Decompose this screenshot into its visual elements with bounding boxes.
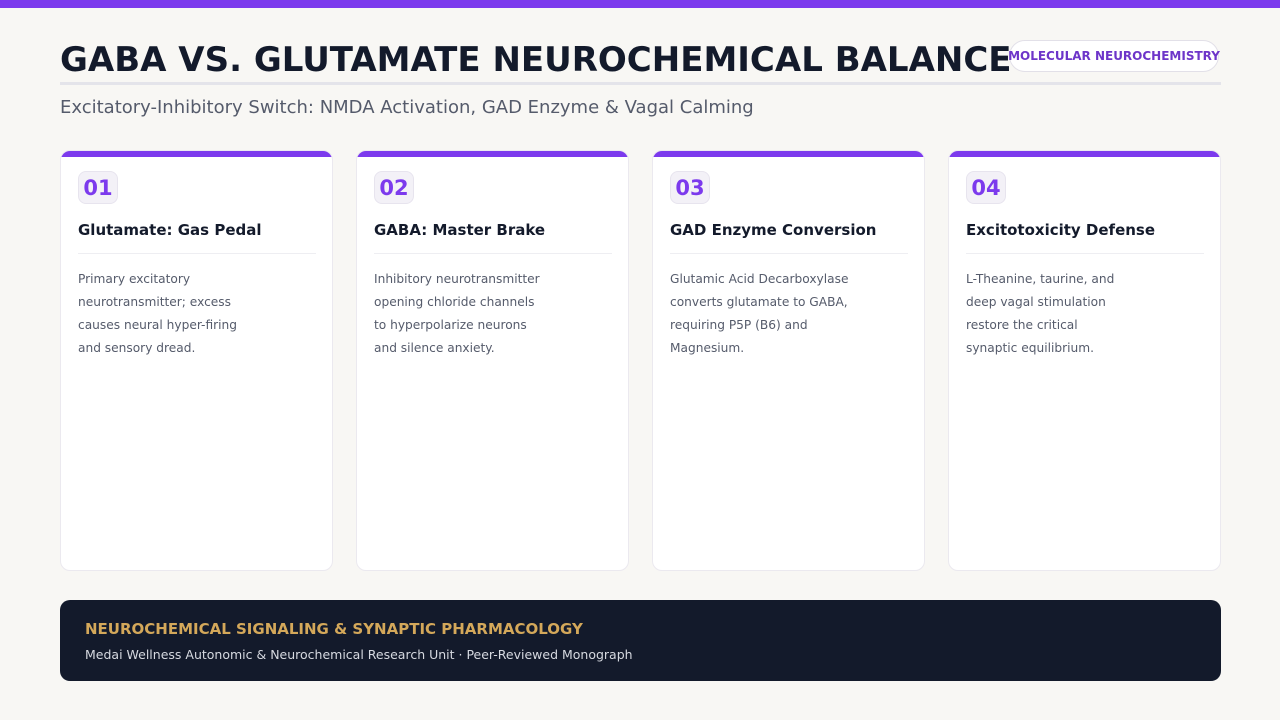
category-badge: MOLECULAR NEUROCHEMISTRY [1008, 40, 1220, 72]
card-divider [670, 253, 908, 254]
card-title: GABA: Master Brake [374, 221, 546, 239]
card-divider [78, 253, 316, 254]
card-accent-bar [949, 151, 1220, 157]
footer-subtitle: Medai Wellness Autonomic & Neurochemical… [85, 647, 633, 662]
card-number: 04 [966, 171, 1006, 204]
card-accent-bar [357, 151, 628, 157]
card-body: Primary excitatory neurotransmitter; exc… [78, 272, 237, 355]
card-number: 02 [374, 171, 414, 204]
card-title: GAD Enzyme Conversion [670, 221, 877, 239]
page-title: GABA VS. GLUTAMATE NEUROCHEMICAL BALANCE [60, 40, 1012, 80]
card-title: Excitotoxicity Defense [966, 221, 1156, 239]
card-number: 01 [78, 171, 118, 204]
card-body: Inhibitory neurotransmitter opening chlo… [374, 272, 540, 355]
card-divider [966, 253, 1204, 254]
card-title: Glutamate: Gas Pedal [78, 221, 262, 239]
footer-title: NEUROCHEMICAL SIGNALING & SYNAPTIC PHARM… [85, 620, 583, 638]
card-body: Glutamic Acid Decarboxylase converts glu… [670, 272, 849, 355]
footer-banner: NEUROCHEMICAL SIGNALING & SYNAPTIC PHARM… [60, 600, 1221, 681]
card-number: 03 [670, 171, 710, 204]
card-accent-bar [653, 151, 924, 157]
card-gaba: 02 GABA: Master Brake Inhibitory neurotr… [356, 150, 629, 571]
card-divider [374, 253, 612, 254]
card-gad-enzyme: 03 GAD Enzyme Conversion Glutamic Acid D… [652, 150, 925, 571]
page-subtitle: Excitatory-Inhibitory Switch: NMDA Activ… [60, 97, 754, 118]
header-divider [60, 82, 1221, 85]
card-accent-bar [61, 151, 332, 157]
card-body: L-Theanine, taurine, and deep vagal stim… [966, 272, 1115, 355]
top-accent-bar [0, 0, 1280, 8]
card-excitotoxicity: 04 Excitotoxicity Defense L-Theanine, ta… [948, 150, 1221, 571]
card-glutamate: 01 Glutamate: Gas Pedal Primary excitato… [60, 150, 333, 571]
